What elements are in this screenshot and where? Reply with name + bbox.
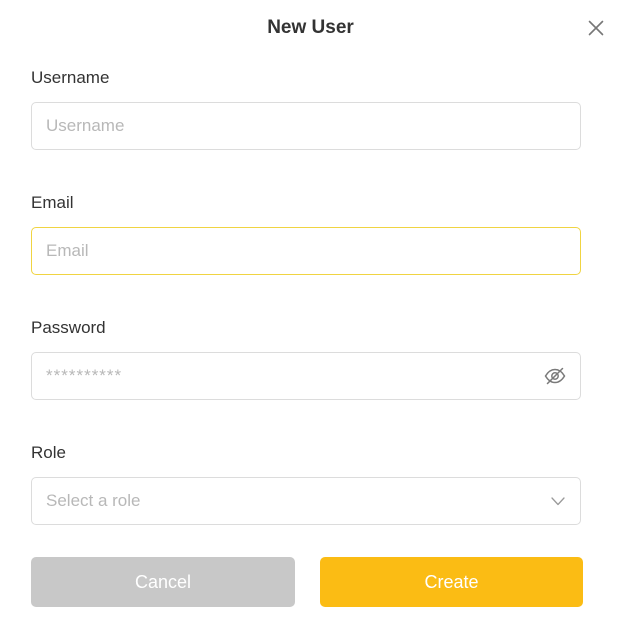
role-label: Role: [31, 443, 66, 462]
username-field-box: [31, 102, 581, 150]
role-select-placeholder: Select a role: [46, 491, 141, 510]
dialog-title: New User: [267, 17, 354, 38]
email-input[interactable]: [46, 228, 566, 274]
chevron-down-icon: [550, 493, 566, 509]
email-field-box: [31, 227, 581, 275]
new-user-dialog: New User Username Email Password *******…: [0, 0, 621, 626]
password-field[interactable]: **********: [31, 352, 581, 400]
create-button[interactable]: Create: [320, 557, 583, 607]
email-label: Email: [31, 193, 74, 212]
close-icon: [588, 20, 604, 36]
password-placeholder: **********: [46, 366, 123, 385]
close-button[interactable]: [585, 17, 607, 39]
eye-off-icon: [544, 367, 566, 385]
role-select[interactable]: Select a role: [31, 477, 581, 525]
username-label: Username: [31, 68, 110, 87]
password-visibility-toggle[interactable]: [544, 365, 566, 387]
password-label: Password: [31, 318, 106, 337]
username-input[interactable]: [46, 103, 566, 149]
cancel-button[interactable]: Cancel: [31, 557, 295, 607]
